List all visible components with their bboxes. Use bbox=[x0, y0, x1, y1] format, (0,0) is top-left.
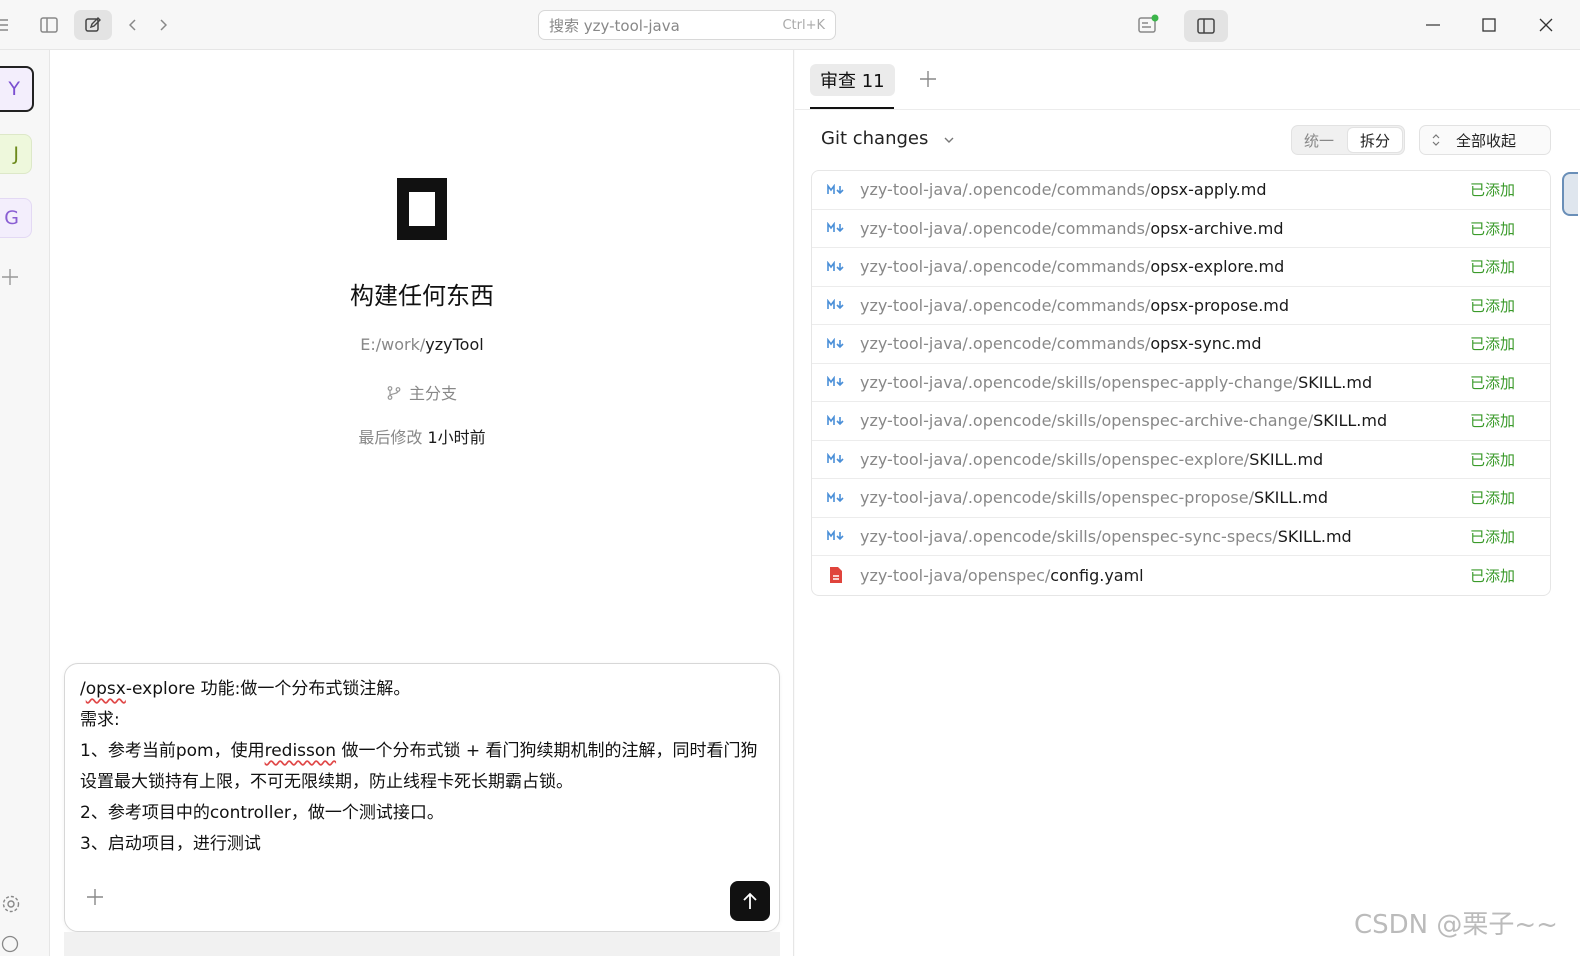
close-icon bbox=[1539, 18, 1553, 32]
collapse-all-button[interactable]: 全部收起 bbox=[1419, 125, 1551, 155]
yaml-file-icon bbox=[812, 566, 860, 584]
sidebar-toggle-icon[interactable] bbox=[36, 12, 62, 38]
file-status-badge: 已添加 bbox=[1470, 373, 1516, 392]
search-input[interactable]: 搜索 yzy-tool-java Ctrl+K bbox=[538, 10, 836, 40]
file-row[interactable]: yzy-tool-java/.opencode/commands/opsx-ar… bbox=[812, 210, 1550, 248]
edge-widget bbox=[1562, 172, 1578, 216]
file-status-badge: 已添加 bbox=[1470, 181, 1516, 200]
markdown-file-icon bbox=[812, 183, 860, 196]
workspace-j[interactable]: J bbox=[0, 134, 32, 174]
file-row[interactable]: yzy-tool-java/.opencode/commands/opsx-sy… bbox=[812, 325, 1550, 364]
watermark: CSDN @栗子~~ bbox=[1354, 910, 1558, 940]
file-path: yzy-tool-java/.opencode/skills/openspec-… bbox=[860, 526, 1352, 546]
arrow-up-icon bbox=[743, 892, 757, 909]
file-status-badge: 已添加 bbox=[1470, 258, 1516, 277]
file-path: yzy-tool-java/.opencode/skills/openspec-… bbox=[860, 488, 1329, 508]
file-row[interactable]: yzy-tool-java/.opencode/skills/openspec-… bbox=[812, 402, 1550, 441]
workspace-rail: Y J G bbox=[0, 50, 50, 956]
file-path: yzy-tool-java/.opencode/skills/openspec-… bbox=[860, 449, 1324, 469]
file-row[interactable]: yzy-tool-java/.opencode/skills/openspec-… bbox=[812, 518, 1550, 556]
file-status-badge: 已添加 bbox=[1470, 450, 1516, 469]
workspace-g[interactable]: G bbox=[0, 198, 32, 238]
markdown-file-icon bbox=[812, 530, 860, 542]
settings-gear-icon[interactable] bbox=[0, 890, 22, 918]
add-workspace-icon[interactable] bbox=[0, 266, 20, 292]
branch-info: 主分支 bbox=[50, 380, 794, 404]
forward-chevron-icon[interactable] bbox=[152, 12, 174, 38]
search-shortcut: Ctrl+K bbox=[782, 17, 825, 33]
file-row[interactable]: yzy-tool-java/.opencode/commands/opsx-ex… bbox=[812, 248, 1550, 287]
file-status-badge: 已添加 bbox=[1470, 219, 1516, 238]
panel-right-icon bbox=[1197, 18, 1215, 34]
file-path: yzy-tool-java/.opencode/commands/opsx-ar… bbox=[860, 218, 1284, 238]
seg-unified-button[interactable]: 统一 bbox=[1292, 126, 1346, 154]
markdown-file-icon bbox=[812, 260, 860, 273]
project-path: E:/work/yzyTool bbox=[360, 335, 484, 354]
last-modified: 最后修改 1小时前 bbox=[358, 428, 486, 447]
workspace-y[interactable]: Y bbox=[0, 66, 34, 112]
markdown-file-icon bbox=[812, 376, 860, 388]
tab-active-indicator bbox=[810, 107, 894, 109]
markdown-file-icon bbox=[812, 491, 860, 504]
markdown-file-icon bbox=[812, 453, 860, 465]
seg-split-button[interactable]: 拆分 bbox=[1347, 127, 1403, 153]
tab-review[interactable]: 审查 11 bbox=[810, 64, 895, 96]
file-row[interactable]: yzy-tool-java/.opencode/skills/openspec-… bbox=[812, 441, 1550, 479]
git-changes-dropdown[interactable]: Git changes bbox=[821, 128, 954, 149]
add-tab-icon[interactable] bbox=[919, 64, 937, 96]
changed-files-list: yzy-tool-java/.opencode/commands/opsx-ap… bbox=[811, 170, 1551, 596]
chevron-down-icon bbox=[944, 132, 954, 146]
file-status-badge: 已添加 bbox=[1470, 412, 1516, 431]
file-path: yzy-tool-java/.opencode/commands/opsx-pr… bbox=[860, 295, 1290, 315]
back-chevron-icon[interactable] bbox=[122, 12, 144, 38]
review-panel-toggle-button[interactable] bbox=[1184, 10, 1228, 42]
file-row[interactable]: yzy-tool-java/openspec/config.yaml 已添加 bbox=[812, 556, 1550, 595]
markdown-file-icon bbox=[812, 299, 860, 311]
file-status-badge: 已添加 bbox=[1470, 296, 1516, 315]
page-title: 构建任何东西 bbox=[350, 282, 494, 310]
file-path: yzy-tool-java/.opencode/commands/opsx-ex… bbox=[860, 257, 1285, 277]
send-button[interactable] bbox=[730, 881, 770, 921]
app-logo bbox=[397, 178, 447, 240]
title-bar: 搜索 yzy-tool-java Ctrl+K bbox=[0, 0, 1580, 50]
file-status-badge: 已添加 bbox=[1470, 489, 1516, 508]
close-button[interactable] bbox=[1533, 12, 1559, 38]
session-main: 构建任何东西 E:/work/yzyTool 主分支 最后修改 1小时前 /op… bbox=[50, 50, 794, 956]
file-status-badge: 已添加 bbox=[1470, 527, 1516, 546]
file-status-badge: 已添加 bbox=[1470, 335, 1516, 354]
file-path: yzy-tool-java/openspec/config.yaml bbox=[860, 565, 1144, 585]
status-panel-icon[interactable] bbox=[1134, 12, 1162, 38]
edit-icon bbox=[85, 17, 101, 32]
file-path: yzy-tool-java/.opencode/commands/opsx-ap… bbox=[860, 180, 1267, 200]
review-panel: 审查 11 Git changes 统一 拆分 全部收起 yzy-tool-ja… bbox=[795, 50, 1580, 956]
markdown-file-icon bbox=[812, 414, 860, 427]
file-path: yzy-tool-java/.opencode/commands/opsx-sy… bbox=[860, 334, 1262, 354]
attach-plus-icon[interactable] bbox=[85, 886, 105, 912]
minimize-button[interactable] bbox=[1420, 12, 1446, 38]
file-status-badge: 已添加 bbox=[1470, 566, 1516, 585]
file-path: yzy-tool-java/.opencode/skills/openspec-… bbox=[860, 411, 1388, 431]
new-session-button[interactable] bbox=[74, 10, 112, 40]
file-row[interactable]: yzy-tool-java/.opencode/skills/openspec-… bbox=[812, 479, 1550, 518]
file-path: yzy-tool-java/.opencode/skills/openspec-… bbox=[860, 372, 1373, 392]
expand-collapse-icon bbox=[1432, 133, 1440, 147]
diff-view-toggle: 统一 拆分 bbox=[1291, 125, 1405, 155]
maximize-button[interactable] bbox=[1476, 12, 1502, 38]
search-placeholder: 搜索 yzy-tool-java bbox=[549, 16, 680, 35]
menu-icon[interactable] bbox=[0, 14, 10, 36]
markdown-file-icon bbox=[812, 222, 860, 234]
review-tabs: 审查 11 bbox=[795, 50, 1580, 110]
markdown-file-icon bbox=[812, 337, 860, 350]
git-branch-icon bbox=[387, 386, 401, 400]
file-row[interactable]: yzy-tool-java/.opencode/skills/openspec-… bbox=[812, 364, 1550, 402]
prompt-composer[interactable]: /opsx-explore 功能:做一个分布式锁注解。 需求: 1、参考当前po… bbox=[64, 663, 780, 932]
file-row[interactable]: yzy-tool-java/.opencode/commands/opsx-ap… bbox=[812, 171, 1550, 210]
composer-footer bbox=[64, 932, 780, 956]
prompt-text[interactable]: /opsx-explore 功能:做一个分布式锁注解。 需求: 1、参考当前po… bbox=[80, 674, 770, 860]
help-icon[interactable] bbox=[0, 934, 20, 954]
file-row[interactable]: yzy-tool-java/.opencode/commands/opsx-pr… bbox=[812, 287, 1550, 325]
